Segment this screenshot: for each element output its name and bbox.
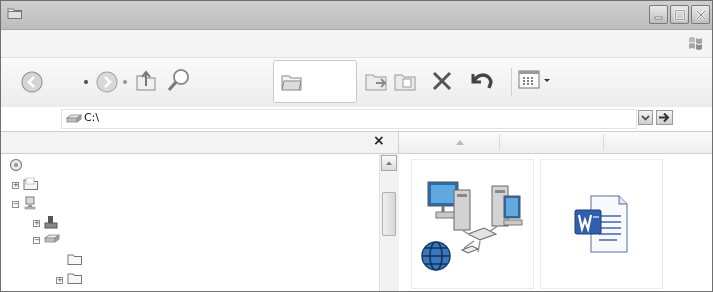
back-arrow-icon[interactable] xyxy=(21,71,43,93)
window-controls xyxy=(649,5,710,24)
folder-tree-scrollbar[interactable] xyxy=(379,154,400,291)
search-icon[interactable] xyxy=(166,67,192,93)
close-button[interactable] xyxy=(691,5,710,24)
toolbar-separator xyxy=(511,68,512,96)
address-bar: C:\ xyxy=(1,107,712,132)
scroll-thumb[interactable] xyxy=(382,192,396,236)
tree-item-documents[interactable]: + xyxy=(12,177,39,194)
tree-item-folder[interactable] xyxy=(67,253,83,269)
expand-icon[interactable]: + xyxy=(12,182,19,189)
network-icon xyxy=(418,172,526,277)
close-folders-pane-button[interactable]: × xyxy=(373,133,385,149)
tree-item-local-disk-c[interactable]: − xyxy=(33,234,61,247)
tree-item-folder[interactable]: + xyxy=(56,272,83,288)
views-icon[interactable] xyxy=(518,69,554,91)
file-tile-word-document[interactable] xyxy=(540,159,663,289)
file-tile-network[interactable] xyxy=(411,159,534,289)
expand-icon[interactable]: + xyxy=(56,276,63,284)
address-path: C:\ xyxy=(84,111,100,124)
column-separator[interactable] xyxy=(603,134,604,150)
folder-icon xyxy=(67,272,83,288)
column-header[interactable] xyxy=(399,132,712,154)
windows-logo-icon xyxy=(687,35,704,54)
forward-dropdown-icon[interactable] xyxy=(122,79,128,85)
explorer-window: C:\ × + − + − + xyxy=(0,0,713,292)
delete-icon[interactable] xyxy=(431,70,453,92)
maximize-button[interactable] xyxy=(670,5,689,24)
expand-icon[interactable]: + xyxy=(33,220,40,227)
folders-icon xyxy=(280,70,304,95)
removable-drive-icon xyxy=(44,215,58,232)
folders-pane-header: × xyxy=(1,132,399,154)
up-folder-icon[interactable] xyxy=(134,67,158,93)
undo-icon[interactable] xyxy=(469,70,495,92)
folder-tree: + − + − + xyxy=(1,154,379,291)
address-dropdown-button[interactable] xyxy=(638,110,653,125)
file-list xyxy=(399,154,712,291)
desktop-icon xyxy=(9,158,23,175)
folder-icon xyxy=(67,253,83,269)
tree-item-my-computer[interactable]: − xyxy=(12,196,37,213)
back-dropdown-icon[interactable] xyxy=(83,79,89,85)
minimize-button[interactable] xyxy=(649,5,668,24)
scroll-up-button[interactable] xyxy=(381,155,397,171)
folder-icon xyxy=(23,177,39,194)
tree-item-root[interactable] xyxy=(9,158,23,175)
copy-to-icon[interactable] xyxy=(393,69,419,93)
menu-bar xyxy=(1,30,712,58)
go-button[interactable] xyxy=(656,110,673,125)
word-document-icon xyxy=(569,194,633,257)
folder-icon xyxy=(7,6,23,20)
address-field[interactable]: C:\ xyxy=(61,109,637,129)
folders-button[interactable] xyxy=(273,60,357,103)
sort-ascending-icon xyxy=(456,140,464,145)
drive-icon xyxy=(43,234,61,247)
forward-arrow-icon[interactable] xyxy=(96,71,118,93)
toolbar xyxy=(1,58,712,108)
computer-icon xyxy=(23,196,37,213)
collapse-icon[interactable]: − xyxy=(33,237,40,244)
drive-icon xyxy=(65,114,83,127)
column-separator[interactable] xyxy=(499,134,500,150)
collapse-icon[interactable]: − xyxy=(12,201,19,208)
tree-item-floppy[interactable]: + xyxy=(33,215,58,232)
title-bar[interactable] xyxy=(1,1,712,30)
move-to-icon[interactable] xyxy=(364,69,390,93)
